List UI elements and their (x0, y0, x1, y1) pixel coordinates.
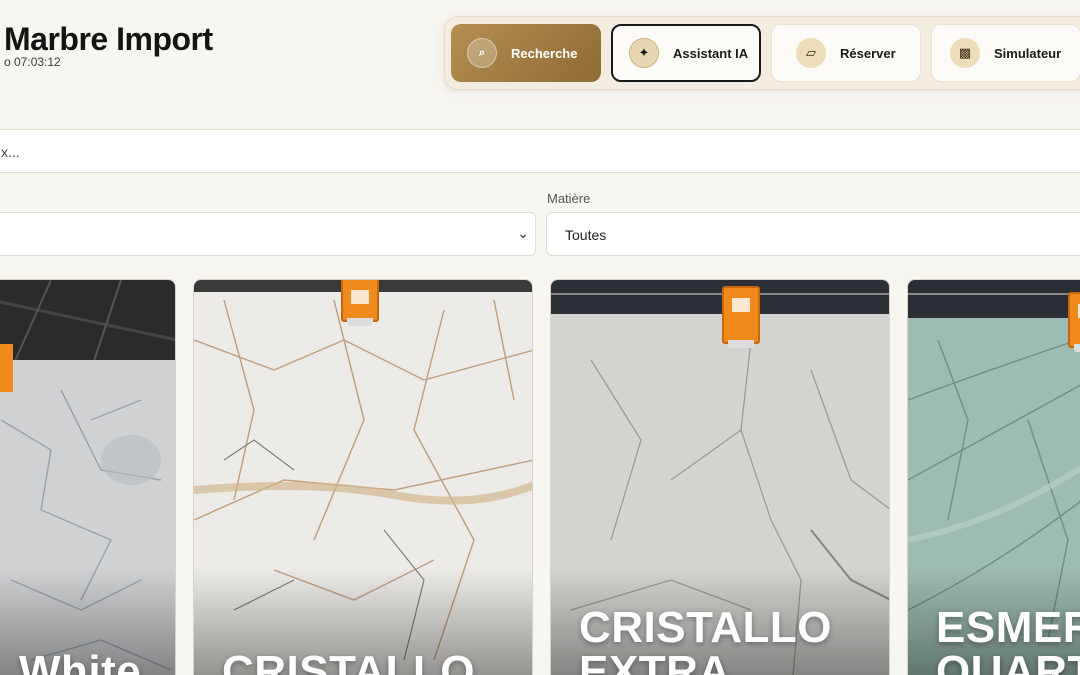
app-title: Marbre Import (4, 21, 213, 57)
grid-icon: ▩ (950, 38, 980, 68)
material-select[interactable]: Toutes (546, 212, 1080, 256)
assistant-button[interactable]: ✦ Assistant IA (611, 24, 761, 82)
sparkle-icon: ✦ (629, 38, 659, 68)
clamp-icon (341, 280, 379, 326)
clamp-icon (722, 286, 760, 348)
card-title: CRISTALLO EXTRA (579, 603, 832, 675)
card-title: ESMER QUART (936, 603, 1080, 675)
reserve-button-label: Réserver (840, 45, 896, 61)
product-card[interactable]: CRISTALLO (193, 279, 533, 675)
simulator-button[interactable]: ▩ Simulateur (931, 24, 1080, 82)
assistant-button-label: Assistant IA (673, 45, 749, 61)
parallelogram-icon: ▱ (796, 38, 826, 68)
brand: Marbre Import o 07:03:12 (4, 20, 213, 69)
card-title: CRISTALLO (222, 647, 475, 675)
product-card[interactable]: CRISTALLO EXTRA (550, 279, 890, 675)
product-card[interactable]: White (0, 279, 176, 675)
search-button-label: Recherche (511, 45, 578, 61)
main-nav: ⌕ Recherche ✦ Assistant IA ▱ Réserver ▩ … (444, 16, 1080, 90)
chevron-down-icon: ⌄ (517, 225, 529, 241)
card-title: White (19, 647, 142, 675)
search-button[interactable]: ⌕ Recherche (451, 24, 601, 82)
clamp-icon (1068, 292, 1080, 352)
simulator-button-label: Simulateur (994, 45, 1062, 61)
product-card[interactable]: ESMER QUART (907, 279, 1080, 675)
search-icon: ⌕ (467, 38, 497, 68)
material-label: Matière (547, 191, 591, 206)
reserve-button[interactable]: ▱ Réserver (771, 24, 921, 82)
search-input[interactable]: x... (0, 129, 1080, 173)
filter-select[interactable]: ⌄ (0, 212, 536, 256)
